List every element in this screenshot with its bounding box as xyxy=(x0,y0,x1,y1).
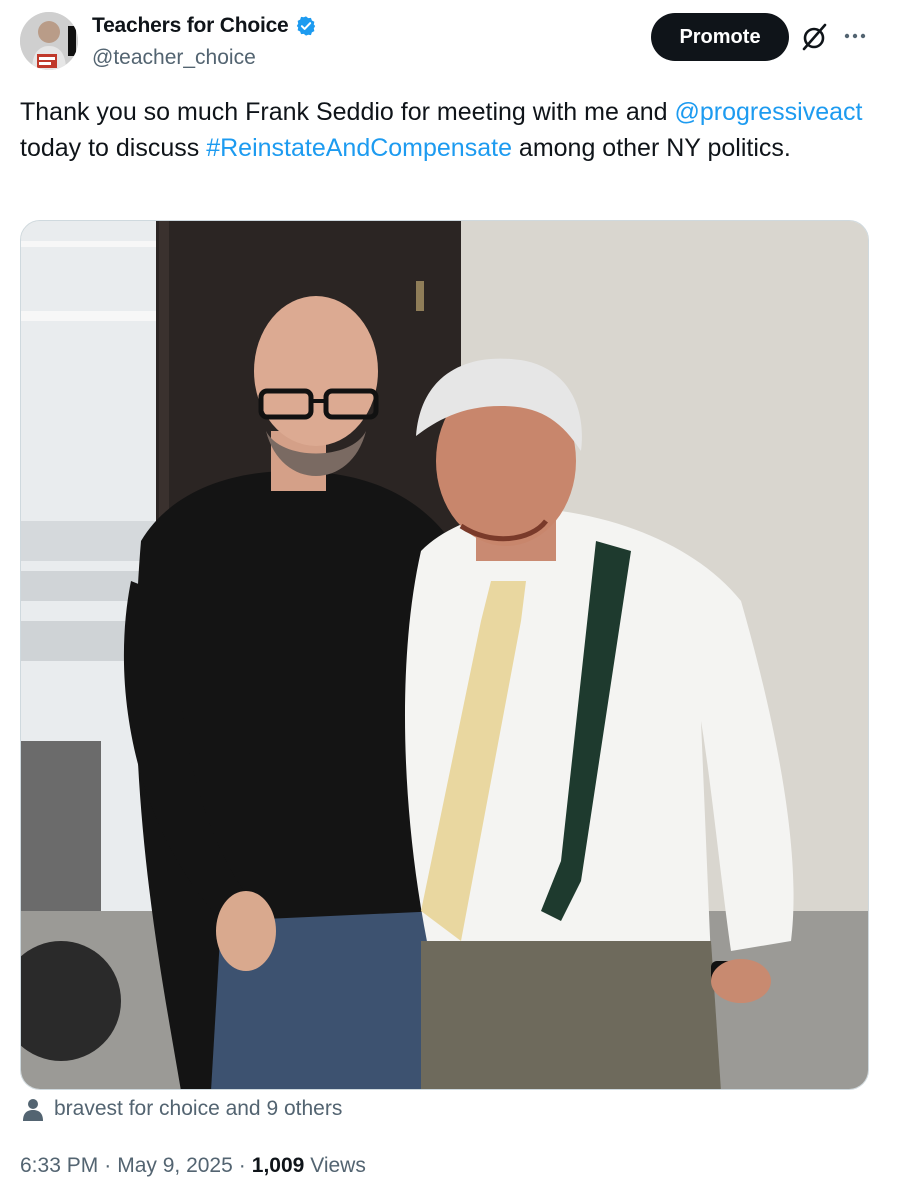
tagged-people[interactable]: bravest for choice and 9 others xyxy=(22,1097,342,1121)
views-label[interactable]: Views xyxy=(310,1154,366,1177)
tweet-text-part-1: Thank you so much Frank Seddio for meeti… xyxy=(20,98,675,126)
views-count[interactable]: 1,009 xyxy=(252,1154,305,1177)
author-display-name[interactable]: Teachers for Choice xyxy=(92,14,289,38)
meta-separator: · xyxy=(238,1154,246,1177)
hashtag-link[interactable]: #ReinstateAndCompensate xyxy=(206,134,512,162)
more-dots-icon[interactable] xyxy=(840,20,870,50)
tweet-card: Teachers for Choice @teacher_choice Prom… xyxy=(0,0,901,1198)
tweet-photo[interactable] xyxy=(20,220,869,1090)
tagged-people-text[interactable]: bravest for choice and 9 others xyxy=(54,1097,342,1121)
tweet-text-part-3: among other NY politics. xyxy=(511,134,791,162)
avatar[interactable] xyxy=(20,12,78,70)
tweet-meta: 6:33 PM · May 9, 2025 · 1,009 Views xyxy=(20,1154,366,1178)
tweet-time[interactable]: 6:33 PM xyxy=(20,1154,98,1178)
person-icon xyxy=(22,1097,44,1121)
mention-link[interactable]: @progressiveact xyxy=(675,98,863,126)
tweet-text: Thank you so much Frank Seddio for meeti… xyxy=(20,94,870,166)
tweet-text-part-2: today to discuss xyxy=(20,134,207,162)
author-handle[interactable]: @teacher_choice xyxy=(92,46,256,70)
meta-separator: · xyxy=(104,1154,112,1177)
grok-icon[interactable] xyxy=(798,20,832,54)
author-name-row[interactable]: Teachers for Choice xyxy=(92,14,317,38)
verified-badge-icon[interactable] xyxy=(295,15,317,37)
tweet-date[interactable]: May 9, 2025 xyxy=(117,1154,233,1178)
promote-button[interactable]: Promote xyxy=(651,13,789,61)
